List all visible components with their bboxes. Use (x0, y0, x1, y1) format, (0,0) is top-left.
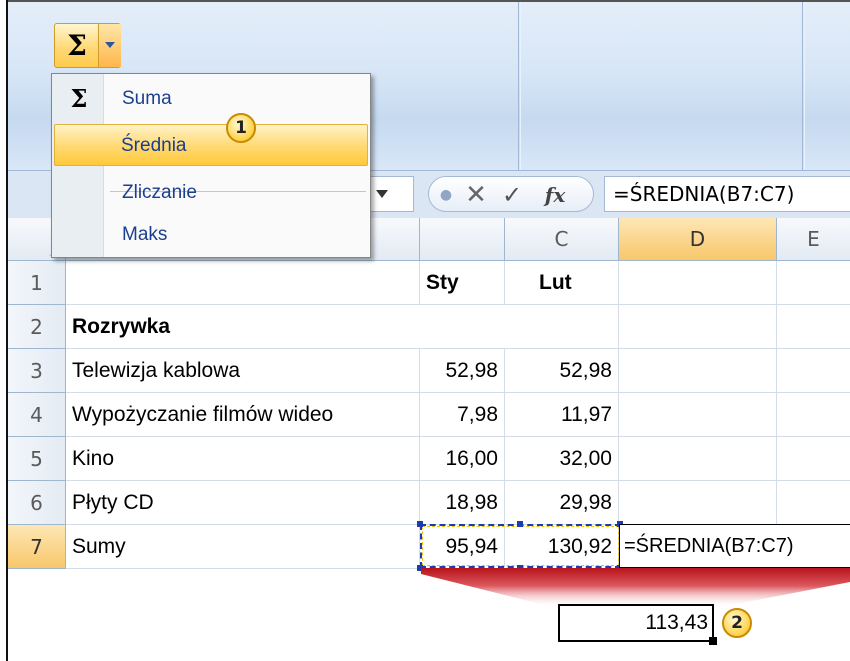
cell-b6[interactable]: 18,98 (420, 481, 505, 525)
cell-d3[interactable] (619, 349, 777, 393)
ribbon-separator (518, 2, 519, 170)
step-badge-2: 2 (722, 608, 752, 638)
selection-handle[interactable] (517, 521, 523, 527)
ribbon-separator (520, 2, 521, 170)
menu-item-label: Średnia (121, 135, 187, 156)
formula-buttons: ● ✕ ✓ fx (428, 176, 594, 212)
column-header-e[interactable]: E (777, 218, 850, 261)
spreadsheet-grid: C D E 1 2 3 4 5 6 7 Sty Lut Rozrywka Tel… (8, 218, 850, 570)
enter-check-icon[interactable]: ✓ (497, 181, 527, 209)
step-badge-1: 1 (226, 113, 256, 143)
row-header-6[interactable]: 6 (8, 481, 66, 525)
menu-item-label: Maks (122, 224, 168, 245)
result-value: 113,43 (645, 611, 708, 634)
cell-a4[interactable]: Wypożyczanie filmów wideo (66, 393, 420, 437)
autosum-menu: Σ Suma Średnia Zliczanie Maks (51, 73, 371, 258)
average-result-cell[interactable]: 113,43 (558, 604, 717, 645)
menu-item-label: Suma (122, 88, 172, 109)
row-header-2[interactable]: 2 (8, 305, 66, 349)
cell-a5[interactable]: Kino (66, 437, 420, 481)
menu-item-zliczanie[interactable]: Zliczanie (54, 172, 368, 214)
frame-border (6, 0, 8, 661)
selection-handle[interactable] (417, 521, 423, 527)
cell-a3[interactable]: Telewizja kablowa (66, 349, 420, 393)
autosum-dropdown-arrow[interactable] (99, 24, 121, 67)
sigma-icon: Σ (70, 84, 88, 113)
row-header-4[interactable]: 4 (8, 393, 66, 437)
cell-d4[interactable] (619, 393, 777, 437)
selection-range-b7-c7 (420, 524, 621, 568)
cell-d6[interactable] (619, 481, 777, 525)
cell-e1[interactable] (777, 261, 850, 305)
cancel-icon[interactable]: ✕ (461, 181, 491, 209)
cell-b3[interactable]: 52,98 (420, 349, 505, 393)
cell-a6[interactable]: Płyty CD (66, 481, 420, 525)
menu-item-suma[interactable]: Σ Suma (54, 78, 368, 120)
cell-a1[interactable] (66, 261, 420, 305)
ribbon-separator (802, 2, 803, 170)
cell-d1[interactable] (619, 261, 777, 305)
cell-c5[interactable]: 32,00 (505, 437, 619, 481)
column-header-c[interactable]: C (505, 218, 619, 261)
cell-e4[interactable] (777, 393, 850, 437)
cell-e6[interactable] (777, 481, 850, 525)
cell-c6[interactable]: 29,98 (505, 481, 619, 525)
column-header-d[interactable]: D (619, 218, 777, 261)
cell-e2[interactable] (777, 305, 850, 349)
selection-handle[interactable] (517, 565, 523, 571)
menu-item-label: Zliczanie (122, 182, 197, 203)
menu-item-srednia[interactable]: Średnia (54, 124, 368, 166)
fill-handle[interactable] (709, 637, 717, 645)
column-header-b[interactable] (420, 218, 505, 261)
cell-d2[interactable] (619, 305, 777, 349)
cell-e5[interactable] (777, 437, 850, 481)
row-header-5[interactable]: 5 (8, 437, 66, 481)
cell-e3[interactable] (777, 349, 850, 393)
cell-c4[interactable]: 11,97 (505, 393, 619, 437)
row-header-3[interactable]: 3 (8, 349, 66, 393)
cell-a7[interactable]: Sumy (66, 525, 420, 569)
selection-handle[interactable] (417, 565, 423, 571)
cell-d5[interactable] (619, 437, 777, 481)
cell-c3[interactable]: 52,98 (505, 349, 619, 393)
autosum-button[interactable]: Σ (54, 23, 121, 68)
insert-function-icon[interactable]: fx (535, 181, 575, 209)
ribbon-separator (804, 2, 805, 170)
chevron-down-icon (376, 190, 388, 198)
row-header-7[interactable]: 7 (8, 525, 66, 569)
dot-icon: ● (439, 187, 453, 203)
frame-border (6, 0, 850, 2)
menu-item-maks[interactable]: Maks (54, 214, 368, 256)
sigma-icon: Σ (67, 29, 87, 62)
cell-b4[interactable]: 7,98 (420, 393, 505, 437)
cell-b1[interactable]: Sty (420, 261, 505, 305)
cell-d7-editing-formula[interactable]: =ŚREDNIA(B7:C7) (619, 524, 850, 568)
cell-c1[interactable]: Lut (505, 261, 619, 305)
cell-a2[interactable]: Rozrywka (66, 305, 619, 349)
row-header-1[interactable]: 1 (8, 261, 66, 305)
cell-b5[interactable]: 16,00 (420, 437, 505, 481)
formula-input[interactable]: =ŚREDNIA(B7:C7) (604, 176, 850, 212)
